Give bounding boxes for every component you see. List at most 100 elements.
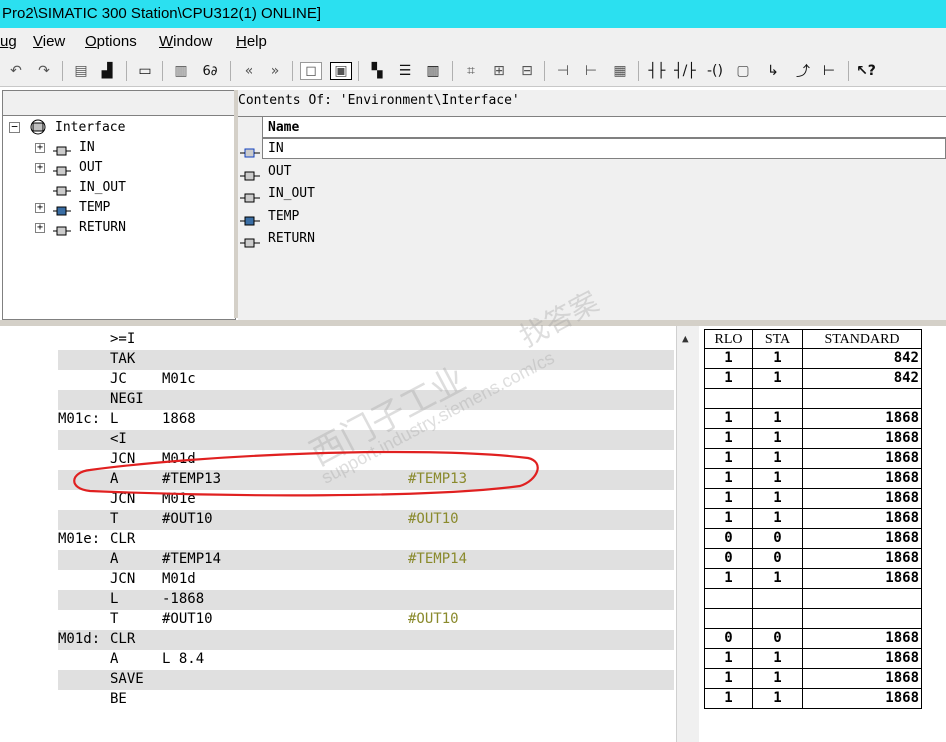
code-line[interactable] [58, 490, 674, 510]
network-ladder-icon[interactable]: ⌗ [460, 62, 482, 80]
parameter-icon [240, 167, 260, 180]
empty-box-icon[interactable]: ▢ [732, 62, 754, 80]
tree-root-label[interactable]: Interface [55, 120, 125, 135]
collapse-icon[interactable]: − [9, 121, 20, 133]
operand: M01d [162, 571, 196, 587]
parameter-icon [240, 212, 260, 225]
name-list-item[interactable]: OUT [268, 164, 291, 179]
code-line[interactable] [58, 370, 674, 390]
status-cell: 842 [802, 369, 922, 389]
menu-options[interactable]: Options [85, 28, 137, 56]
next-icon[interactable]: » [264, 62, 286, 80]
jump-label: M01d: [58, 631, 101, 647]
view-detail-icon[interactable]: ▣ [330, 62, 352, 80]
monitor-glasses-icon[interactable]: 6∂ [198, 62, 222, 80]
code-line[interactable] [58, 550, 674, 570]
selected-row-highlight [262, 138, 946, 159]
status-cell: 1868 [802, 469, 922, 489]
parameter-icon [53, 222, 71, 236]
previous-icon[interactable]: « [238, 62, 260, 80]
tree-item-label[interactable]: IN [79, 140, 95, 155]
insert-network-icon[interactable]: ▭ [134, 62, 156, 80]
status-cell: 1 [704, 649, 752, 669]
download-icon[interactable]: ▟ [96, 62, 118, 80]
status-cell: 1 [752, 569, 802, 589]
expand-icon[interactable]: + [35, 203, 45, 213]
status-cell: 1 [752, 689, 802, 709]
expand-icon[interactable]: + [35, 223, 45, 233]
normally-open-contact-icon[interactable]: ┤├ [646, 62, 668, 80]
status-cell: 1868 [802, 649, 922, 669]
instruction: JCN [110, 491, 136, 507]
code-scrollbar[interactable]: ▲ [676, 326, 699, 742]
status-cell: 1 [704, 409, 752, 429]
name-column-header[interactable]: Name [268, 120, 299, 135]
code-line[interactable] [58, 590, 674, 610]
code-line[interactable] [58, 510, 674, 530]
status-cell: 1 [704, 349, 752, 369]
status-cell: 0 [752, 549, 802, 569]
branch-close-icon[interactable]: ⊟ [516, 62, 538, 80]
undo-icon[interactable]: ↶ [6, 62, 26, 80]
expand-icon[interactable]: + [35, 143, 45, 153]
status-cell: 1 [704, 689, 752, 709]
binary-icon[interactable]: ▦ [608, 62, 632, 80]
status-cell: 1 [752, 469, 802, 489]
code-line[interactable] [58, 350, 674, 370]
toolbar: ↶ ↷ ▤ ▟ ▭ ▥ 6∂ « » ◻ ▣ ▚ ☰ ▥ ⌗ ⊞ ⊟ ⊣ ⊢ ▦… [0, 56, 946, 87]
name-list-item[interactable]: IN [268, 141, 284, 156]
monitor-variable-icon[interactable]: ▤ [70, 62, 92, 80]
menu-bar: ug View Options Window Help [0, 28, 946, 56]
expand-icon[interactable]: + [35, 163, 45, 173]
code-line[interactable] [58, 570, 674, 590]
tree-item-label[interactable]: IN_OUT [79, 180, 126, 195]
tree-item-label[interactable]: OUT [79, 160, 102, 175]
code-line[interactable] [58, 630, 674, 650]
normally-closed-contact-icon[interactable]: ┤/├ [674, 62, 696, 80]
stl-code-editor[interactable]: >=I TAK JC M01c NEGI M01c: L 1868 <I JCN M01d A #TEM… [0, 326, 676, 742]
branch-open-icon[interactable]: ⊞ [488, 62, 510, 80]
branch-end-icon[interactable]: ⊢ [818, 62, 840, 80]
parameter-icon [53, 202, 71, 216]
view-window-icon[interactable]: ◻ [300, 62, 322, 80]
code-line[interactable] [58, 470, 674, 490]
branch-close-arrow-icon[interactable]: ⤴ [792, 62, 814, 80]
contact-no-icon[interactable]: ⊣ [552, 62, 574, 80]
menu-debug[interactable]: ug [0, 28, 17, 56]
code-line[interactable] [58, 530, 674, 550]
name-list-item[interactable]: TEMP [268, 209, 299, 224]
branch-down-icon[interactable]: ↳ [762, 62, 784, 80]
status-cell: 1 [704, 669, 752, 689]
status-cell [802, 609, 922, 629]
name-list-item[interactable]: RETURN [268, 231, 315, 246]
code-line[interactable] [58, 610, 674, 630]
redo-icon[interactable]: ↷ [34, 62, 54, 80]
menu-help[interactable]: Help [236, 28, 267, 56]
name-list-item[interactable]: IN_OUT [268, 186, 315, 201]
status-column-header: STA [752, 329, 802, 349]
overview-icon[interactable]: ▥ [170, 62, 192, 80]
instruction: A [110, 651, 119, 667]
status-cell: 1 [704, 509, 752, 529]
parameter-icon [53, 142, 71, 156]
coil-icon[interactable]: -() [704, 62, 726, 80]
status-cell: 1868 [802, 489, 922, 509]
instruction: TAK [110, 351, 136, 367]
code-line[interactable] [58, 670, 674, 690]
scroll-up-icon[interactable]: ▲ [682, 332, 689, 345]
tree-item-label[interactable]: TEMP [79, 200, 110, 215]
menu-view[interactable]: View [33, 28, 65, 56]
instruction: BE [110, 691, 127, 707]
status-cell: 1 [704, 469, 752, 489]
help-pointer-icon[interactable]: ↖? [854, 62, 878, 80]
status-table: RLO STA STANDARD 1 1 842 1 1 842 1 1 1868 1 1 1868 1 1 18… [700, 326, 946, 742]
code-line[interactable] [58, 650, 674, 670]
columns-icon[interactable]: ▥ [422, 62, 444, 80]
menu-window[interactable]: Window [159, 28, 212, 56]
code-line[interactable] [58, 690, 674, 710]
list-icon[interactable]: ☰ [394, 62, 416, 80]
details-icon[interactable]: ▚ [366, 62, 388, 80]
contact-nc-icon[interactable]: ⊢ [580, 62, 602, 80]
tree-item-label[interactable]: RETURN [79, 220, 126, 235]
code-line[interactable] [58, 330, 674, 350]
